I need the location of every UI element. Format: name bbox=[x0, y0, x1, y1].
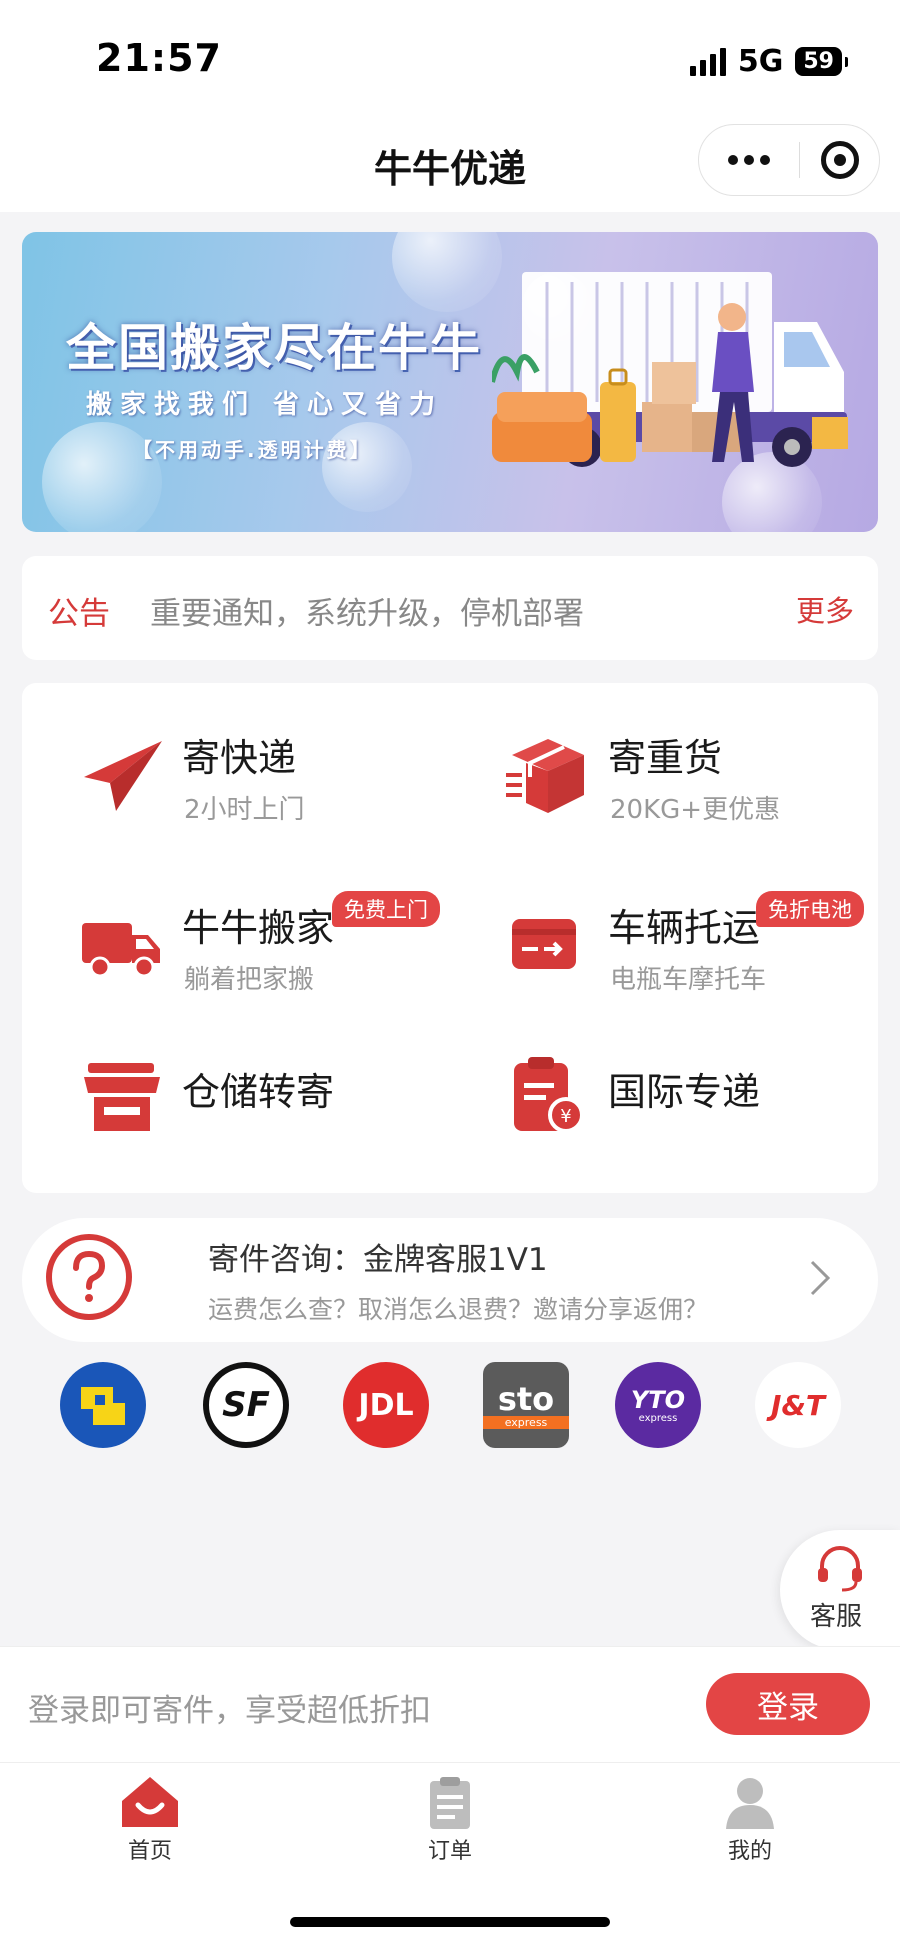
status-time: 21:57 bbox=[96, 36, 222, 80]
login-hint: 登录即可寄件，享受超低折扣 bbox=[28, 1693, 431, 1729]
box-icon bbox=[506, 739, 584, 813]
home-indicator bbox=[290, 1917, 610, 1927]
floating-customer-service[interactable]: 客服 bbox=[780, 1530, 900, 1650]
customer-service-label: 客服 bbox=[810, 1602, 863, 1632]
tab-orders[interactable]: 订单 bbox=[390, 1775, 510, 1875]
paper-plane-icon bbox=[84, 741, 162, 811]
tab-bar: 首页 订单 我的 bbox=[0, 1762, 900, 1947]
card-icon bbox=[512, 919, 576, 969]
service-subtitle: 电瓶车摩托车 bbox=[610, 965, 767, 995]
service-moving[interactable]: 牛牛搬家 免费上门 躺着把家搬 bbox=[40, 873, 460, 1023]
notice-bar[interactable]: 公告 重要通知，系统升级，停机部署 更多 bbox=[22, 556, 878, 660]
service-title: 国际专递 bbox=[608, 1070, 761, 1114]
customer-consult-card[interactable]: 寄件咨询：金牌客服1V1 运费怎么查？取消怎么退费？邀请分享返佣？ bbox=[22, 1218, 878, 1342]
china-post-logo[interactable] bbox=[60, 1362, 146, 1448]
jt-express-logo[interactable]: J&T bbox=[755, 1362, 841, 1448]
jdl-logo[interactable]: JDL bbox=[343, 1362, 429, 1448]
signal-icon bbox=[689, 47, 726, 76]
login-bar: 登录即可寄件，享受超低折扣 登录 bbox=[0, 1646, 900, 1762]
service-badge: 免费上门 bbox=[332, 891, 440, 927]
yto-logo[interactable]: YTO express bbox=[615, 1362, 701, 1448]
tab-label: 我的 bbox=[727, 1839, 772, 1864]
bubble-decoration bbox=[392, 232, 502, 312]
tab-label: 订单 bbox=[427, 1839, 472, 1864]
promo-banner[interactable]: 全国搬家尽在牛牛 搬家找我们 省心又省力 【不用动手.透明计费】 bbox=[22, 232, 878, 532]
question-icon bbox=[46, 1234, 132, 1320]
battery-icon: 59 bbox=[795, 47, 848, 76]
tab-profile[interactable]: 我的 bbox=[690, 1775, 810, 1875]
status-bar: 21:57 5G 59 bbox=[0, 0, 900, 110]
yto-subtext: express bbox=[638, 1412, 678, 1424]
clipboard-yuan-icon: ¥ bbox=[514, 1057, 584, 1133]
notice-text[interactable]: 重要通知，系统升级，停机部署 bbox=[150, 588, 584, 633]
service-vehicle-shipping[interactable]: 车辆托运 免折电池 电瓶车摩托车 bbox=[466, 873, 886, 1023]
more-menu-icon[interactable] bbox=[699, 155, 799, 165]
service-title: 牛牛搬家 bbox=[182, 906, 335, 950]
tab-label: 首页 bbox=[127, 1839, 172, 1864]
consult-title: 寄件咨询：金牌客服1V1 bbox=[208, 1242, 548, 1278]
banner-subline: 搬家找我们 省心又省力 bbox=[86, 390, 444, 420]
user-icon bbox=[726, 1778, 774, 1829]
service-subtitle: 20KG+更优惠 bbox=[610, 795, 781, 825]
service-badge: 免折电池 bbox=[756, 891, 864, 927]
notice-label: 公告 bbox=[48, 596, 110, 632]
service-title: 寄重货 bbox=[608, 736, 723, 780]
login-button[interactable]: 登录 bbox=[706, 1673, 870, 1735]
yto-wordmark: YTO bbox=[630, 1385, 686, 1414]
carrier-logos: SF JDL sto express YTO express J&T bbox=[0, 1362, 900, 1462]
banner-tagline: 【不用动手.透明计费】 bbox=[132, 438, 373, 462]
sf-express-logo[interactable]: SF bbox=[203, 1362, 289, 1448]
chevron-right-icon bbox=[810, 1260, 831, 1296]
notice-more-link[interactable]: 更多 bbox=[796, 588, 854, 630]
network-type: 5G bbox=[737, 44, 784, 79]
truck-icon bbox=[82, 923, 160, 978]
svg-text:¥: ¥ bbox=[560, 1106, 571, 1127]
sto-subtext: express bbox=[483, 1415, 569, 1429]
consult-subtitle: 运费怎么查？取消怎么退费？邀请分享返佣？ bbox=[208, 1295, 709, 1324]
mini-program-capsule bbox=[698, 124, 880, 196]
service-title: 仓储转寄 bbox=[182, 1070, 335, 1114]
clipboard-icon bbox=[430, 1777, 470, 1829]
headset-icon bbox=[818, 1546, 862, 1592]
sto-wordmark: sto bbox=[497, 1379, 555, 1418]
service-title: 寄快递 bbox=[182, 736, 297, 780]
status-indicators: 5G 59 bbox=[689, 44, 848, 79]
nav-bar: 牛牛优递 bbox=[0, 110, 900, 212]
service-subtitle: 2小时上门 bbox=[184, 795, 305, 825]
store-icon bbox=[84, 1063, 160, 1131]
tab-home[interactable]: 首页 bbox=[90, 1775, 210, 1875]
service-subtitle: 躺着把家搬 bbox=[184, 965, 315, 995]
home-icon bbox=[122, 1777, 178, 1827]
service-send-heavy[interactable]: 寄重货 20KG+更优惠 bbox=[466, 703, 886, 853]
service-grid: 寄快递 2小时上门 寄重货 20KG+更优惠 牛牛搬家 免费上门 躺着把家搬 车… bbox=[22, 683, 878, 1193]
service-title: 车辆托运 bbox=[608, 906, 761, 950]
china-post-icon bbox=[81, 1387, 125, 1425]
sto-logo[interactable]: sto express bbox=[483, 1362, 569, 1448]
banner-headline: 全国搬家尽在牛牛 bbox=[66, 319, 482, 377]
close-mini-program-icon[interactable] bbox=[800, 141, 879, 179]
service-international[interactable]: ¥ 国际专递 bbox=[466, 1023, 886, 1173]
service-send-express[interactable]: 寄快递 2小时上门 bbox=[40, 703, 460, 853]
moving-truck-illustration bbox=[492, 272, 848, 467]
service-warehouse[interactable]: 仓储转寄 bbox=[40, 1023, 460, 1173]
